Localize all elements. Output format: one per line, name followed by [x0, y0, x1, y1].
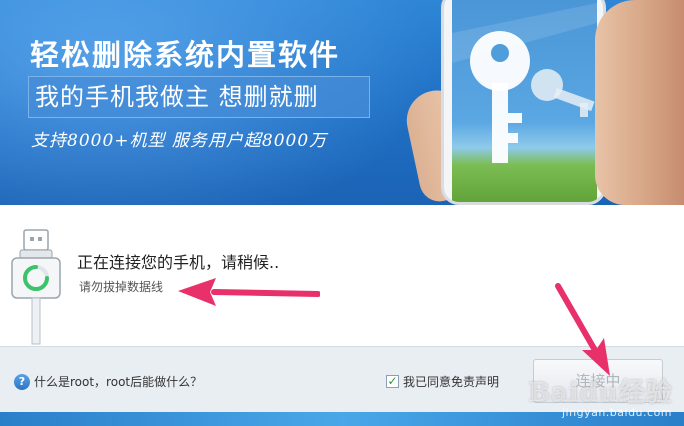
- root-help-label: 什么是root，root后能做什么？: [34, 375, 203, 389]
- key-icon: [452, 3, 597, 163]
- banner-subtitle: 我的手机我做主 想删就删: [28, 76, 370, 118]
- annotation-arrow-down: [555, 283, 610, 376]
- question-icon: ?: [14, 373, 30, 390]
- hand-image: [595, 0, 684, 205]
- banner-stats: 支持8000+机型 服务用户超8000万: [31, 131, 328, 151]
- usb-cable-icon: [11, 229, 61, 345]
- banner-title: 轻松删除系统内置软件: [30, 38, 341, 72]
- connecting-status-text: 正在连接您的手机，请稍候..: [77, 253, 280, 272]
- baidu-watermark-url: jingyan.baidu.com: [562, 406, 673, 419]
- agree-label: 我已同意免责声明: [403, 375, 500, 389]
- cable-warning-text: 请勿拔掉数据线: [79, 280, 164, 294]
- annotation-arrow-left: [178, 278, 320, 306]
- promo-banner: 轻松删除系统内置软件 我的手机我做主 想删就删 支持8000+机型 服务用户超8…: [0, 0, 684, 205]
- phone-screen: [452, 0, 597, 202]
- baidu-watermark-logo: Baidu经验: [528, 378, 673, 408]
- disclaimer-agreement[interactable]: ✓ 我已同意免责声明: [386, 373, 499, 390]
- agree-checkbox[interactable]: ✓: [386, 375, 399, 388]
- phone-image: [441, 0, 606, 205]
- root-help-link[interactable]: ? 什么是root，root后能做什么？: [14, 373, 202, 390]
